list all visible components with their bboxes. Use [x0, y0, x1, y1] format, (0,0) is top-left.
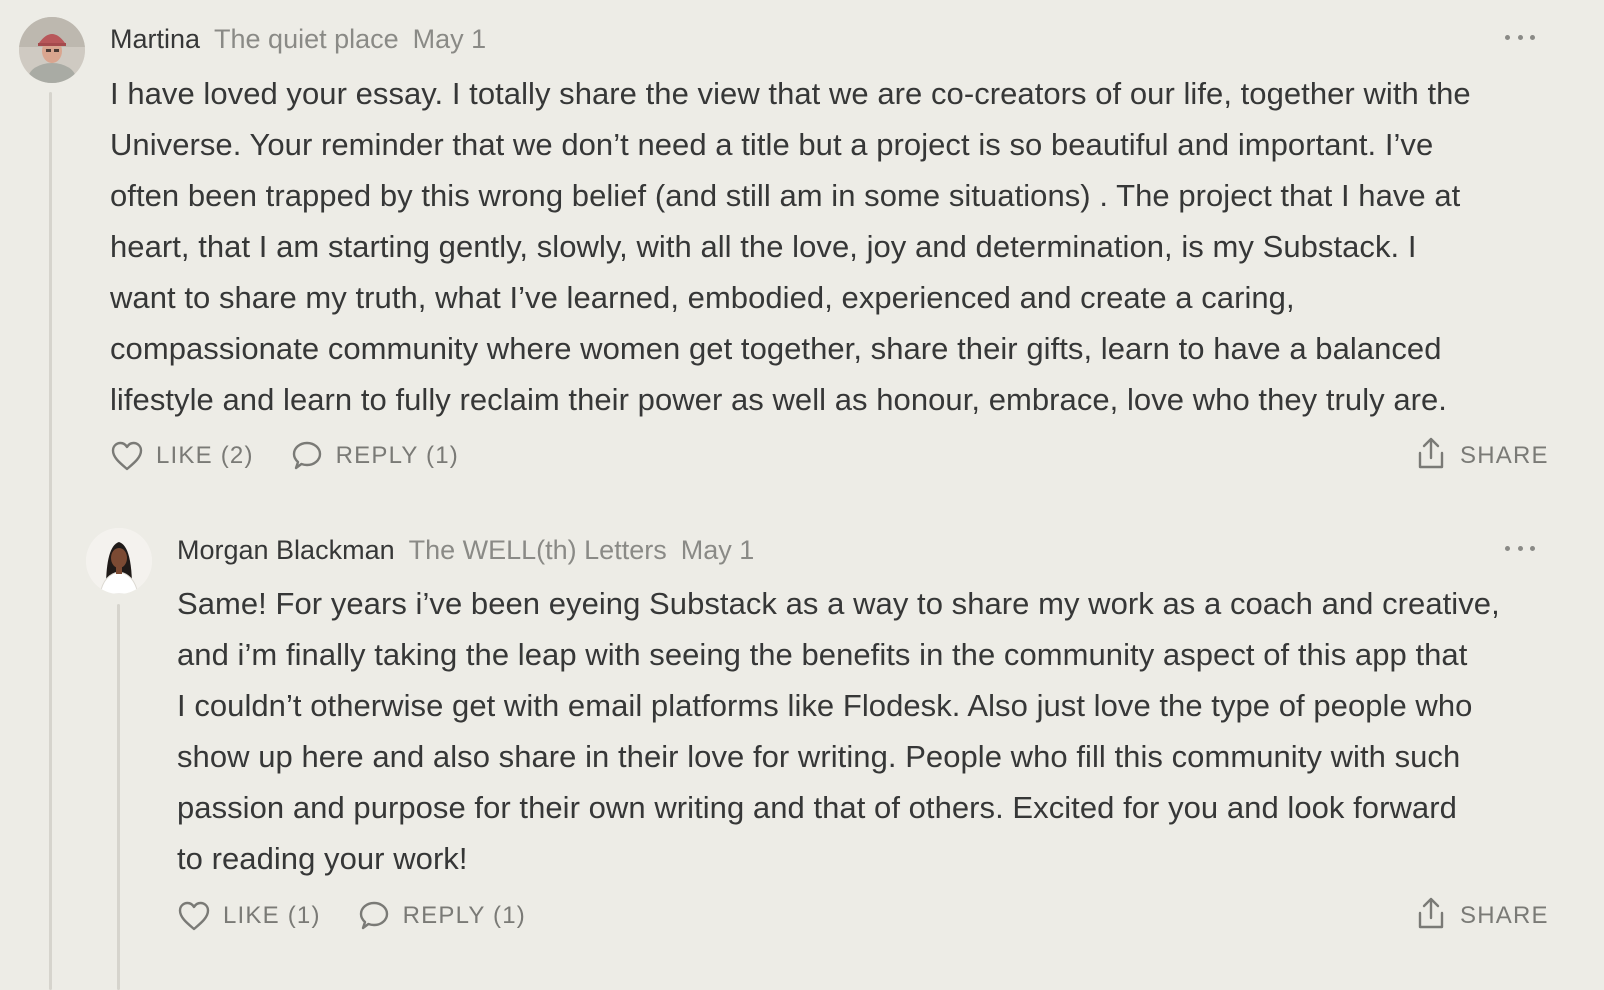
avatar[interactable] — [86, 528, 152, 594]
share-upload-icon — [1416, 436, 1446, 477]
ellipsis-icon — [1505, 34, 1510, 40]
like-button[interactable]: LIKE (2) — [110, 440, 254, 472]
avatar-photo-icon — [86, 528, 152, 594]
comment-line: Universe. Your reminder that we don’t ne… — [110, 127, 1434, 162]
comment-date[interactable]: May 1 — [681, 533, 755, 567]
ellipsis-dot — [1517, 545, 1523, 551]
author-name[interactable]: Morgan Blackman — [177, 533, 395, 567]
comment-line: compassionate community where women get … — [110, 331, 1442, 366]
more-options-button[interactable] — [1505, 538, 1535, 558]
comment-line: want to share my truth, what I’ve learne… — [110, 280, 1295, 315]
comment-actions: LIKE (1) REPLY (1) — [177, 898, 526, 934]
ellipsis-dot — [1530, 545, 1535, 551]
reply-label: REPLY (1) — [335, 442, 459, 469]
ellipsis-icon — [1505, 545, 1510, 551]
comment-body: I have loved your essay. I totally share… — [110, 68, 1550, 425]
comment-meta: Martina The quiet place May 1 — [110, 22, 486, 56]
comment-line: often been trapped by this wrong belief … — [110, 178, 1461, 213]
author-name[interactable]: Martina — [110, 22, 200, 56]
publication-name[interactable]: The quiet place — [214, 22, 399, 56]
comment-line: and i’m finally taking the leap with see… — [177, 637, 1468, 672]
avatar[interactable] — [19, 17, 85, 83]
share-label: SHARE — [1460, 442, 1549, 469]
comment-body: Same! For years i’ve been eyeing Substac… — [177, 578, 1567, 884]
more-options-button[interactable] — [1505, 27, 1535, 47]
share-button[interactable]: SHARE — [1416, 436, 1549, 477]
comment-date[interactable]: May 1 — [413, 22, 487, 56]
comment-line: lifestyle and learn to fully reclaim the… — [110, 382, 1447, 417]
speech-bubble-icon — [290, 440, 324, 472]
like-label: LIKE (2) — [156, 442, 254, 469]
ellipsis-dot — [1517, 34, 1523, 40]
reply-label: REPLY (1) — [402, 902, 526, 929]
comment-line: show up here and also share in their lov… — [177, 739, 1461, 774]
comment-line: passion and purpose for their own writin… — [177, 790, 1457, 825]
reply-button[interactable]: REPLY (1) — [290, 440, 459, 472]
thread-line-1 — [49, 92, 52, 990]
comment-line: I have loved your essay. I totally share… — [110, 76, 1471, 111]
reply-button[interactable]: REPLY (1) — [357, 900, 526, 932]
publication-name[interactable]: The WELL(th) Letters — [409, 533, 667, 567]
speech-bubble-icon — [357, 900, 391, 932]
thread-line-2 — [117, 604, 120, 990]
share-upload-icon — [1416, 896, 1446, 937]
like-button[interactable]: LIKE (1) — [177, 900, 321, 932]
comment-line: to reading your work! — [177, 841, 468, 876]
share-label: SHARE — [1460, 902, 1549, 929]
comment-actions: LIKE (2) REPLY (1) — [110, 438, 459, 474]
heart-icon — [110, 440, 144, 472]
heart-icon — [177, 900, 211, 932]
comment-line: I couldn’t otherwise get with email plat… — [177, 688, 1473, 723]
avatar-photo-icon — [19, 17, 85, 83]
comment-line: heart, that I am starting gently, slowly… — [110, 229, 1417, 264]
comment-thread: Martina The quiet place May 1 I have lov… — [0, 0, 1604, 990]
comment-meta: Morgan Blackman The WELL(th) Letters May… — [177, 533, 754, 567]
share-button[interactable]: SHARE — [1416, 896, 1549, 937]
ellipsis-dot — [1530, 34, 1535, 40]
comment-line: Same! For years i’ve been eyeing Substac… — [177, 586, 1500, 621]
like-label: LIKE (1) — [223, 902, 321, 929]
